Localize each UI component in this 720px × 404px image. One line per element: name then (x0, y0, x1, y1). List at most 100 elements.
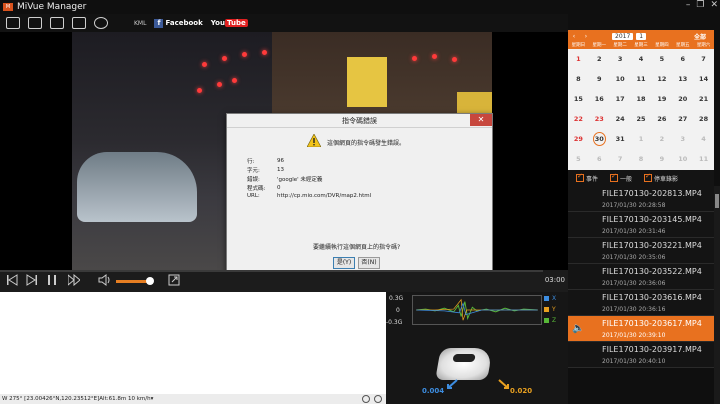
fast-forward-icon[interactable] (68, 274, 80, 286)
settings-gear-icon[interactable] (94, 17, 108, 29)
month-select[interactable]: 1 (636, 32, 647, 40)
year-select[interactable]: 2017 (612, 32, 634, 40)
calendar-day[interactable]: 4 (693, 129, 714, 149)
mivue-manager-window: M MiVue Manager – ❐ ✕ KML f Facebook You T… (0, 0, 720, 404)
volume-icon[interactable] (98, 274, 110, 286)
calendar-next-button[interactable]: › (580, 33, 592, 40)
checkbox-checked-icon (610, 172, 619, 182)
calendar-day[interactable]: 4 (631, 49, 652, 69)
calendar-day[interactable]: 30 (589, 129, 610, 149)
y-arrow-icon (498, 379, 509, 389)
volume-slider-track[interactable] (116, 280, 150, 283)
calendar-day[interactable]: 20 (672, 89, 693, 109)
calendar-day[interactable]: 25 (631, 109, 652, 129)
calendar-day[interactable]: 12 (651, 69, 672, 89)
file-list-item[interactable]: FILE170130-203522.MP4 2017/01/30 20:36:06 (568, 264, 714, 290)
filter-event-checkbox[interactable]: 事件 (576, 172, 598, 183)
dialog-close-icon[interactable]: ✕ (470, 114, 492, 126)
calendar-day[interactable]: 6 (672, 49, 693, 69)
calendar-day[interactable]: 28 (693, 109, 714, 129)
globe-icon[interactable] (362, 395, 370, 403)
no-button[interactable]: 否(N) (358, 257, 380, 269)
volume-slider-handle[interactable] (146, 277, 154, 285)
snapshot-icon[interactable] (72, 17, 86, 29)
calendar-day[interactable]: 26 (651, 109, 672, 129)
calendar-prev-button[interactable]: ‹ (568, 33, 580, 40)
fullscreen-icon[interactable] (168, 274, 180, 286)
lantern (412, 56, 417, 61)
map-tools (362, 395, 382, 403)
calendar-day[interactable]: 23 (589, 109, 610, 129)
calendar-day[interactable]: 15 (568, 89, 589, 109)
yes-button[interactable]: 是(Y) (333, 257, 355, 269)
calendar-day[interactable]: 2 (651, 129, 672, 149)
step-forward-icon[interactable] (26, 274, 38, 286)
dialog-title-bar: 指令碼錯誤 ✕ (227, 114, 492, 128)
filter-normal-checkbox[interactable]: 一般 (610, 172, 632, 183)
map-settings-icon[interactable] (374, 395, 382, 403)
pause-icon[interactable] (46, 274, 58, 286)
calendar-day[interactable]: 19 (651, 89, 672, 109)
file-list-item[interactable]: FILE170130-203616.MP4 2017/01/30 20:36:16 (568, 290, 714, 316)
calendar-day[interactable]: 29 (568, 129, 589, 149)
calendar-day[interactable]: 21 (693, 89, 714, 109)
file-list-item[interactable]: FILE170130-203145.MP4 2017/01/30 20:31:46 (568, 212, 714, 238)
file-date: 2017/01/30 20:36:16 (602, 306, 666, 313)
youtube-button[interactable]: You Tube (211, 19, 248, 27)
progress-bar[interactable] (0, 270, 543, 272)
g-value-y: 0.020 (510, 387, 533, 395)
print-icon[interactable] (28, 17, 42, 29)
calendar-day[interactable]: 5 (568, 149, 589, 169)
calendar-day[interactable]: 2 (589, 49, 610, 69)
calendar-day[interactable]: 11 (631, 69, 652, 89)
calendar-day[interactable]: 5 (651, 49, 672, 69)
calendar-day[interactable]: 6 (589, 149, 610, 169)
calendar-day[interactable]: 7 (610, 149, 631, 169)
error-row: 行: 96 (247, 158, 284, 165)
file-list-item[interactable]: 🔈 FILE170130-203617.MP4 2017/01/30 20:39:1… (568, 316, 714, 342)
calendar-day[interactable]: 9 (651, 149, 672, 169)
kml-export-button[interactable]: KML (134, 20, 146, 27)
calendar-day[interactable]: 24 (610, 109, 631, 129)
calendar-day[interactable]: 7 (693, 49, 714, 69)
calendar-day[interactable]: 16 (589, 89, 610, 109)
calendar-day[interactable]: 31 (610, 129, 631, 149)
file-list-item[interactable]: FILE170130-202813.MP4 2017/01/30 20:28:58 (568, 186, 714, 212)
file-list-item[interactable]: FILE170130-203917.MP4 2017/01/30 20:40:10 (568, 342, 714, 368)
lantern (202, 62, 207, 67)
window-controls: – ❐ ✕ (686, 0, 718, 10)
calendar-day[interactable]: 27 (672, 109, 693, 129)
calendar-day[interactable]: 11 (693, 149, 714, 169)
close-icon[interactable]: ✕ (710, 0, 718, 10)
calendar-day[interactable]: 8 (568, 69, 589, 89)
calendar-day[interactable]: 9 (589, 69, 610, 89)
calendar-day[interactable]: 1 (631, 129, 652, 149)
calendar-day[interactable]: 14 (693, 69, 714, 89)
filter-parking-checkbox[interactable]: 停車錄影 (644, 172, 678, 183)
open-folder-icon[interactable] (6, 17, 20, 29)
previous-icon[interactable] (6, 274, 18, 286)
weekday-label: 星期三 (634, 43, 648, 48)
file-list: FILE170130-202813.MP4 2017/01/30 20:28:58… (568, 186, 714, 404)
calendar-day[interactable]: 13 (672, 69, 693, 89)
scrollbar-thumb[interactable] (715, 194, 719, 208)
calendar-day[interactable]: 18 (631, 89, 652, 109)
minimize-icon[interactable]: – (686, 0, 691, 10)
calendar-day[interactable]: 17 (610, 89, 631, 109)
calendar-day[interactable]: 8 (631, 149, 652, 169)
map-panel[interactable] (0, 292, 386, 394)
calendar-day[interactable]: 3 (672, 129, 693, 149)
restore-icon[interactable]: ❐ (696, 0, 704, 10)
title-bar: M MiVue Manager – ❐ ✕ (0, 0, 720, 14)
calendar-day[interactable]: 1 (568, 49, 589, 69)
calendar-day[interactable]: 10 (610, 69, 631, 89)
show-all-button[interactable]: 全部 (694, 32, 706, 41)
file-list-scrollbar[interactable] (714, 186, 720, 404)
calendar-day[interactable]: 3 (610, 49, 631, 69)
save-icon[interactable] (50, 17, 64, 29)
calendar-day[interactable]: 22 (568, 109, 589, 129)
file-list-item[interactable]: FILE170130-203221.MP4 2017/01/30 20:35:06 (568, 238, 714, 264)
facebook-button[interactable]: f Facebook (154, 18, 203, 28)
calendar-day[interactable]: 10 (672, 149, 693, 169)
calendar-grid: 1 2 3 4 5 6 7 8 9 10 11 12 13 14 15 16 17 18 19 20 21 22 23 24 2… (568, 49, 714, 169)
